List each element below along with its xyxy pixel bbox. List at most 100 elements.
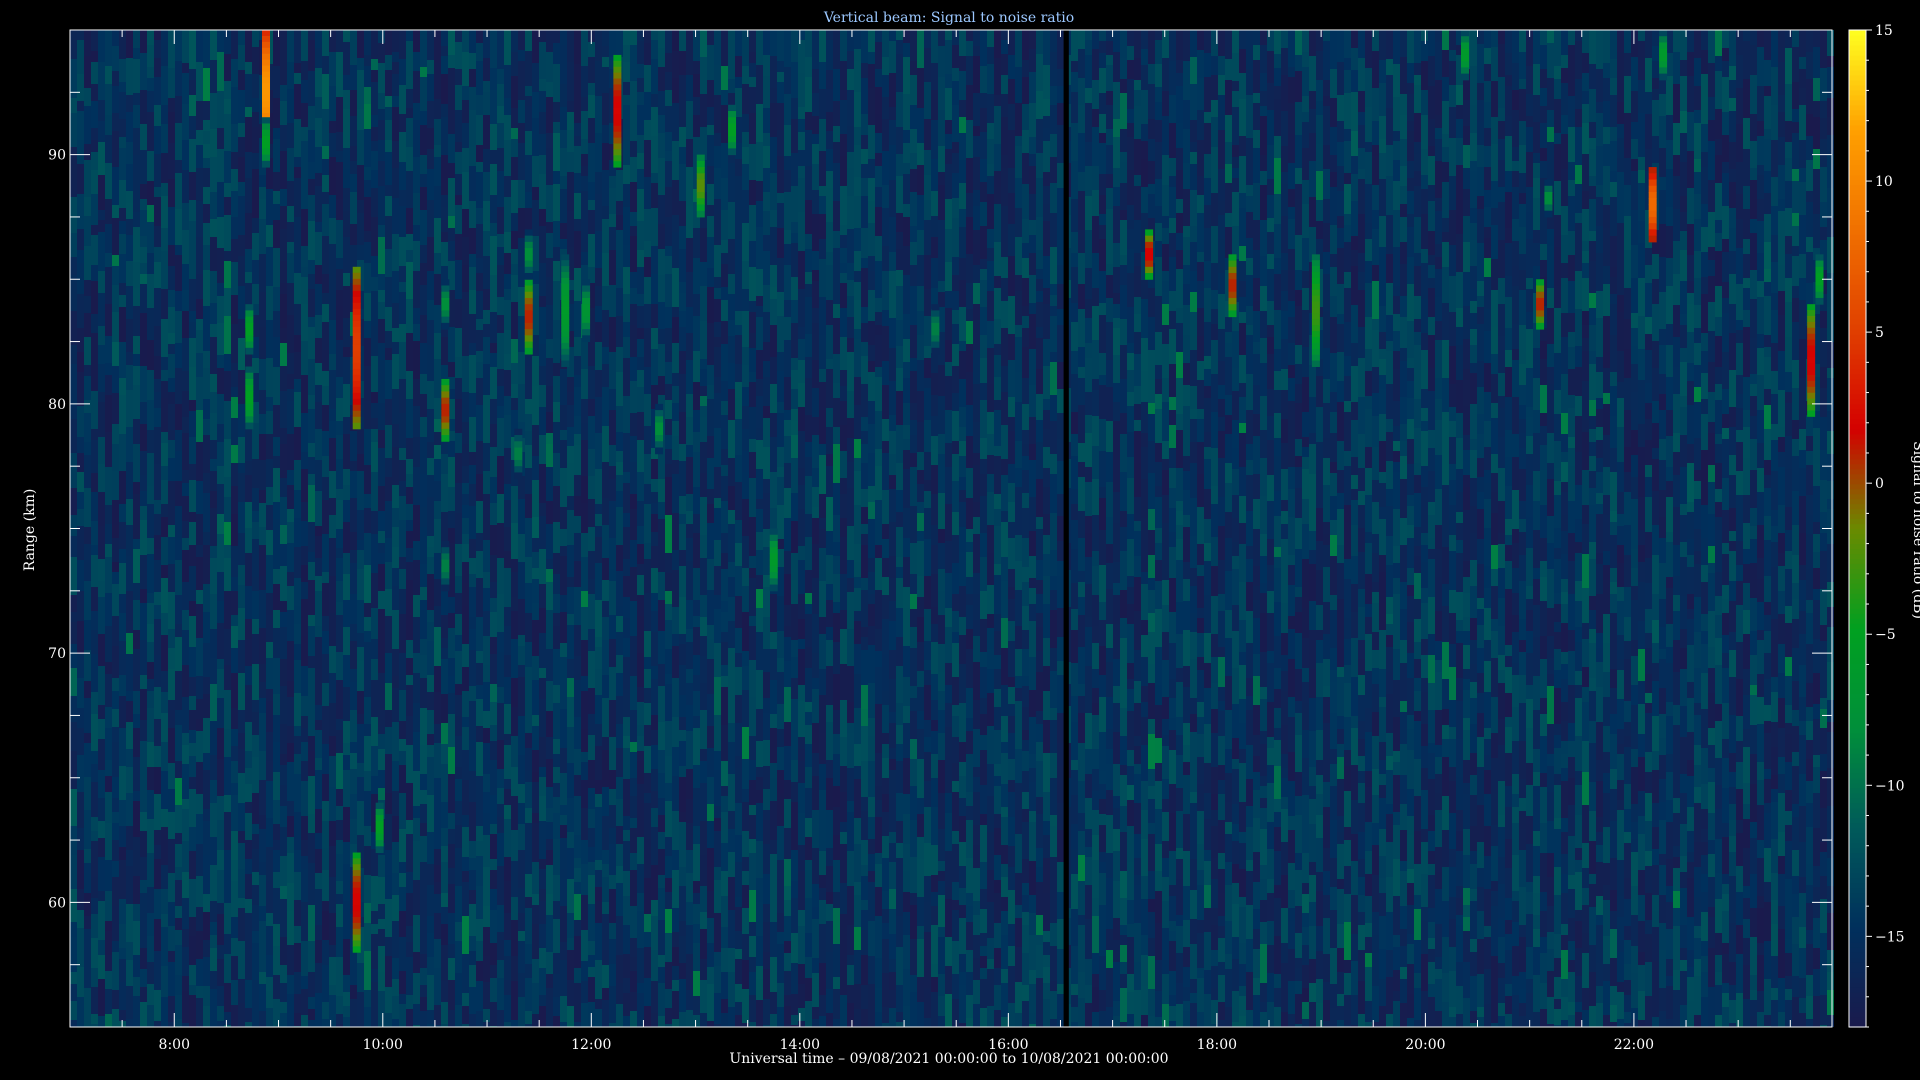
noise-cell — [322, 30, 329, 56]
noise-cell — [469, 965, 476, 987]
noise-cell — [112, 131, 119, 167]
noise-cell — [399, 873, 406, 887]
noise-cell — [462, 727, 469, 750]
noise-cell — [189, 367, 196, 400]
noise-cell — [798, 107, 805, 119]
noise-cell — [427, 200, 434, 237]
noise-cell — [196, 699, 203, 719]
noise-cell — [553, 875, 560, 901]
noise-cell — [231, 795, 238, 831]
noise-cell — [623, 779, 630, 816]
noise-cell — [686, 101, 693, 139]
noise-cell — [399, 324, 406, 342]
noise-cell — [693, 452, 700, 487]
noise-cell — [322, 456, 329, 477]
noise-cell — [721, 30, 728, 66]
noise-cell — [567, 848, 574, 879]
noise-cell — [119, 696, 126, 728]
noise-cell — [560, 906, 567, 942]
noise-cell — [756, 317, 763, 350]
noise-cell — [784, 799, 791, 828]
noise-cell — [287, 315, 294, 353]
noise-cell — [84, 144, 91, 160]
noise-cell — [616, 30, 623, 57]
noise-cell — [336, 602, 343, 615]
noise-cell — [203, 493, 210, 532]
noise-cell — [672, 980, 679, 991]
noise-cell — [805, 200, 812, 234]
noise-cell — [574, 920, 581, 936]
noise-cell — [728, 336, 735, 363]
noise-cell — [651, 666, 658, 679]
noise-cell — [504, 330, 511, 354]
noise-cell — [259, 254, 266, 292]
noise-cell — [476, 1011, 483, 1027]
noise-cell — [231, 463, 238, 486]
noise-cell — [371, 170, 378, 188]
noise-cell — [784, 436, 791, 463]
noise-cell — [329, 370, 336, 409]
noise-cell — [84, 400, 91, 413]
noise-cell — [378, 919, 385, 929]
noise-cell — [581, 533, 588, 557]
noise-cell — [672, 103, 679, 141]
noise-cell — [364, 736, 371, 771]
noise-cell — [574, 835, 581, 858]
noise-cell — [497, 247, 504, 265]
noise-cell — [280, 283, 287, 294]
noise-cell — [679, 75, 686, 92]
noise-cell — [609, 479, 616, 501]
noise-cell — [749, 180, 756, 205]
noise-cell — [476, 61, 483, 95]
noise-cell — [532, 924, 539, 959]
noise-cell — [70, 233, 77, 257]
noise-cell — [483, 395, 490, 418]
noise-cell — [210, 721, 217, 755]
noise-cell — [140, 236, 147, 247]
noise-cell — [532, 187, 539, 200]
noise-cell — [784, 244, 791, 265]
noise-cell — [679, 812, 686, 822]
noise-cell — [847, 733, 854, 768]
noise-cell — [693, 294, 700, 316]
noise-cell — [728, 239, 735, 274]
noise-cell — [91, 751, 98, 764]
noise-cell — [399, 589, 406, 614]
noise-cell — [161, 124, 168, 153]
noise-cell — [98, 121, 105, 142]
noise-cell — [595, 96, 602, 133]
noise-cell — [413, 193, 420, 225]
noise-cell — [259, 921, 266, 959]
noise-cell — [336, 30, 343, 52]
noise-cell — [791, 994, 798, 1015]
noise-cell — [378, 448, 385, 486]
noise-cell — [637, 294, 644, 306]
noise-cell — [455, 614, 462, 635]
noise-cell — [770, 763, 777, 778]
noise-cell — [553, 901, 560, 919]
noise-cell — [112, 538, 119, 562]
noise-cell — [308, 751, 315, 776]
noise-cell — [504, 551, 511, 568]
noise-cell — [462, 30, 469, 52]
noise-cell — [287, 975, 294, 994]
noise-cell — [161, 517, 168, 537]
noise-cell — [896, 858, 903, 886]
noise-cell — [434, 145, 441, 157]
noise-cell — [826, 466, 833, 497]
noise-cell — [728, 877, 735, 890]
noise-cell — [441, 74, 448, 104]
noise-cell — [623, 871, 630, 896]
noise-cell — [854, 377, 861, 405]
noise-cell — [560, 84, 567, 107]
noise-cell — [847, 168, 854, 196]
noise-cell — [714, 214, 721, 245]
noise-cell — [784, 605, 791, 626]
noise-cell — [308, 395, 315, 409]
noise-cell — [497, 978, 504, 1010]
noise-cell — [651, 745, 658, 769]
noise-cell — [84, 581, 91, 620]
noise-cell — [203, 245, 210, 270]
noise-cell — [462, 518, 469, 534]
noise-cell — [483, 231, 490, 256]
